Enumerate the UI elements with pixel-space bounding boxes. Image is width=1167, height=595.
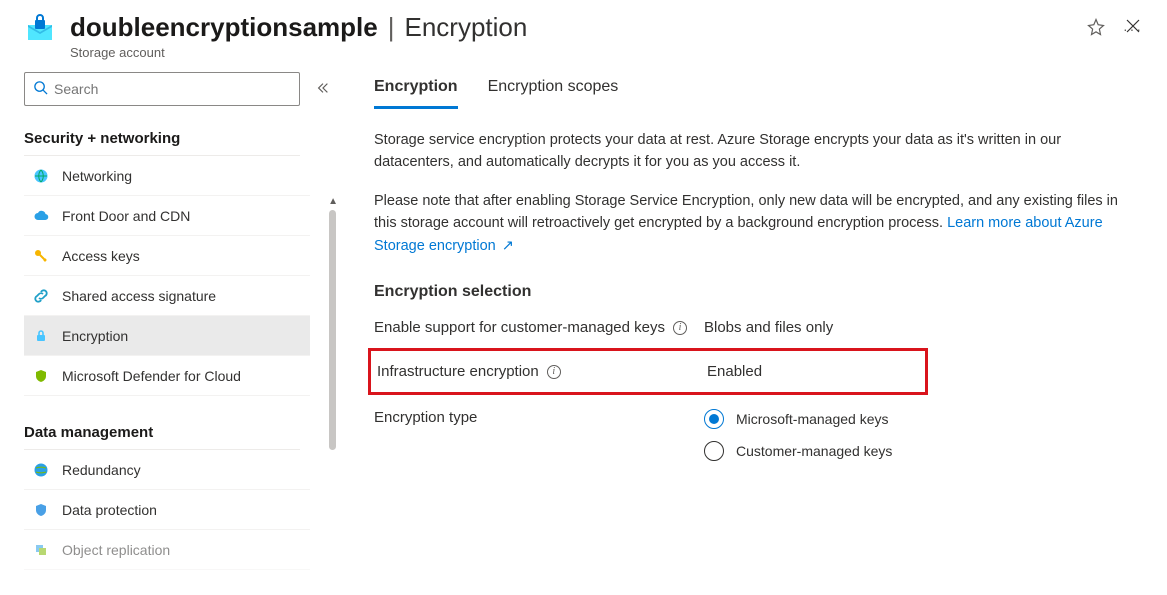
collapse-sidebar-button[interactable]	[316, 81, 330, 98]
info-icon[interactable]: i	[673, 321, 687, 335]
shield-icon	[32, 367, 50, 385]
key-icon	[32, 247, 50, 265]
tab-encryption-scopes[interactable]: Encryption scopes	[488, 72, 619, 109]
shield-blue-icon	[32, 501, 50, 519]
radio-indicator-checked	[704, 409, 724, 429]
sidebar-item-redundancy[interactable]: Redundancy	[24, 450, 310, 490]
sidebar-item-encryption[interactable]: Encryption	[24, 316, 310, 356]
radio-label: Microsoft-managed keys	[736, 411, 889, 427]
globe-icon	[32, 167, 50, 185]
page-title: doubleencryptionsample | Encryption	[70, 12, 1061, 43]
cmk-support-label: Enable support for customer-managed keys…	[374, 319, 704, 336]
sidebar-item-label: Front Door and CDN	[62, 208, 190, 224]
section-title: Encryption selection	[374, 283, 1127, 301]
radio-label: Customer-managed keys	[736, 443, 892, 459]
favorite-star-icon[interactable]	[1087, 18, 1105, 39]
tab-bar: Encryption Encryption scopes	[374, 72, 1127, 109]
sidebar-item-sas[interactable]: Shared access signature	[24, 276, 310, 316]
nav-group-security: Security + networking	[24, 120, 300, 156]
cloud-icon	[32, 207, 50, 225]
resource-name: doubleencryptionsample	[70, 12, 378, 43]
nav-group-data-mgmt: Data management	[24, 414, 300, 450]
infrastructure-encryption-highlight: Infrastructure encryption i Enabled	[368, 348, 928, 395]
infra-encryption-label: Infrastructure encryption i	[377, 363, 707, 380]
description-p2: Please note that after enabling Storage …	[374, 190, 1127, 257]
sidebar-item-label: Data protection	[62, 502, 157, 518]
tab-encryption[interactable]: Encryption	[374, 72, 458, 109]
info-icon[interactable]: i	[547, 365, 561, 379]
encryption-type-label: Encryption type	[374, 409, 704, 426]
lock-icon	[32, 327, 50, 345]
link-icon	[32, 287, 50, 305]
radio-indicator-unchecked	[704, 441, 724, 461]
encryption-type-radio-group: Microsoft-managed keys Customer-managed …	[704, 409, 892, 461]
radio-customer-managed-keys[interactable]: Customer-managed keys	[704, 441, 892, 461]
sidebar-item-label: Object replication	[62, 542, 170, 558]
sidebar-item-access-keys[interactable]: Access keys	[24, 236, 310, 276]
infra-encryption-value: Enabled	[707, 363, 762, 380]
main-content: Encryption Encryption scopes Storage ser…	[340, 68, 1167, 595]
storage-lock-icon	[24, 12, 56, 47]
sidebar-item-label: Access keys	[62, 248, 140, 264]
globe-solid-icon	[32, 461, 50, 479]
sidebar-search[interactable]	[24, 72, 300, 106]
sidebar-item-label: Encryption	[62, 328, 128, 344]
sidebar-item-label: Microsoft Defender for Cloud	[62, 368, 241, 384]
scrollbar-thumb[interactable]	[329, 210, 336, 450]
copy-icon	[32, 541, 50, 559]
external-link-icon: ↗	[498, 238, 514, 254]
sidebar-item-front-door-cdn[interactable]: Front Door and CDN	[24, 196, 310, 236]
sidebar-item-defender[interactable]: Microsoft Defender for Cloud	[24, 356, 310, 396]
sidebar-item-label: Shared access signature	[62, 288, 216, 304]
description-p1: Storage service encryption protects your…	[374, 129, 1127, 174]
title-separator: |	[386, 12, 397, 43]
sidebar-item-object-replication[interactable]: Object replication	[24, 530, 310, 570]
sidebar-item-data-protection[interactable]: Data protection	[24, 490, 310, 530]
search-icon	[33, 80, 48, 98]
sidebar: Security + networking Networking Front D…	[0, 68, 340, 595]
search-input[interactable]	[54, 81, 291, 97]
sidebar-item-label: Networking	[62, 168, 132, 184]
page-name: Encryption	[405, 12, 528, 43]
scrollbar-up-arrow[interactable]: ▲	[328, 196, 338, 207]
sidebar-item-networking[interactable]: Networking	[24, 156, 310, 196]
sidebar-item-label: Redundancy	[62, 462, 141, 478]
close-blade-button[interactable]	[1125, 18, 1141, 37]
resource-type-subtitle: Storage account	[70, 45, 1061, 60]
cmk-support-value: Blobs and files only	[704, 319, 833, 336]
radio-microsoft-managed-keys[interactable]: Microsoft-managed keys	[704, 409, 892, 429]
